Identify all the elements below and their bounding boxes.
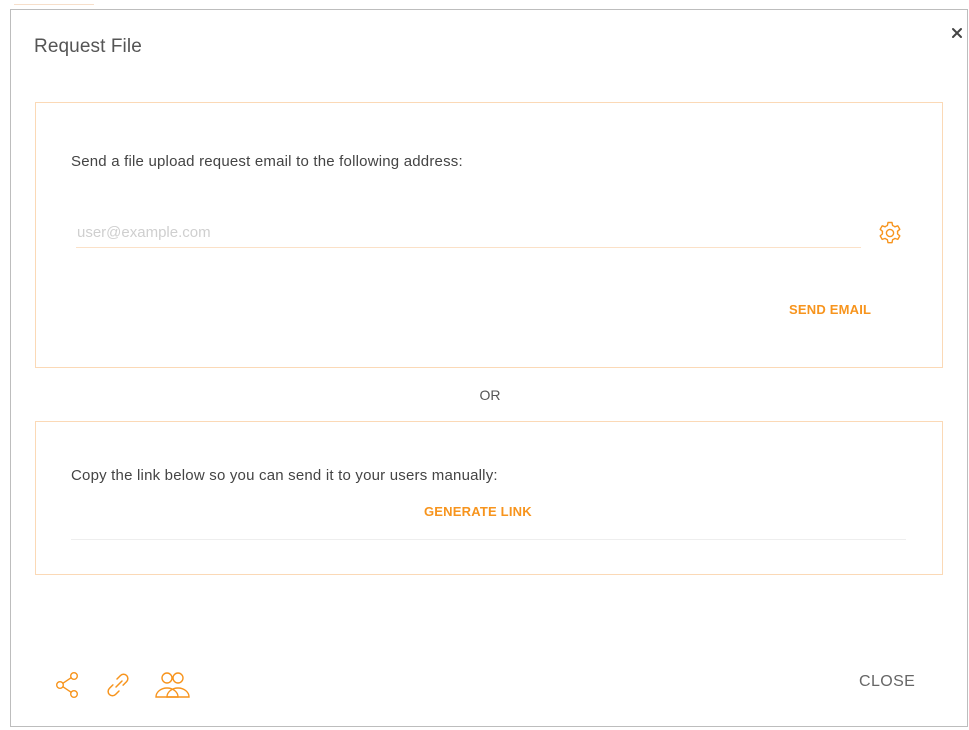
email-field[interactable]: [76, 217, 861, 248]
link-output-divider: [71, 539, 906, 540]
email-instruction: Send a file upload request email to the …: [71, 153, 463, 170]
share-icon[interactable]: [54, 670, 82, 700]
dialog-title: Request File: [34, 36, 142, 57]
users-icon[interactable]: [153, 670, 193, 700]
gear-icon[interactable]: [877, 220, 903, 246]
request-file-dialog: Request File Send a file upload request …: [10, 9, 968, 727]
send-email-button[interactable]: SEND EMAIL: [789, 302, 871, 317]
background-fragment: [14, 0, 94, 5]
close-button[interactable]: CLOSE: [859, 673, 915, 691]
link-instruction: Copy the link below so you can send it t…: [71, 467, 498, 484]
or-separator: OR: [479, 387, 501, 403]
email-request-section: Send a file upload request email to the …: [35, 102, 943, 368]
generate-link-button[interactable]: GENERATE LINK: [424, 504, 532, 519]
link-request-section: Copy the link below so you can send it t…: [35, 421, 943, 575]
close-icon[interactable]: [948, 24, 966, 42]
link-icon[interactable]: [103, 670, 133, 700]
page-backdrop: Request File Send a file upload request …: [0, 0, 969, 730]
